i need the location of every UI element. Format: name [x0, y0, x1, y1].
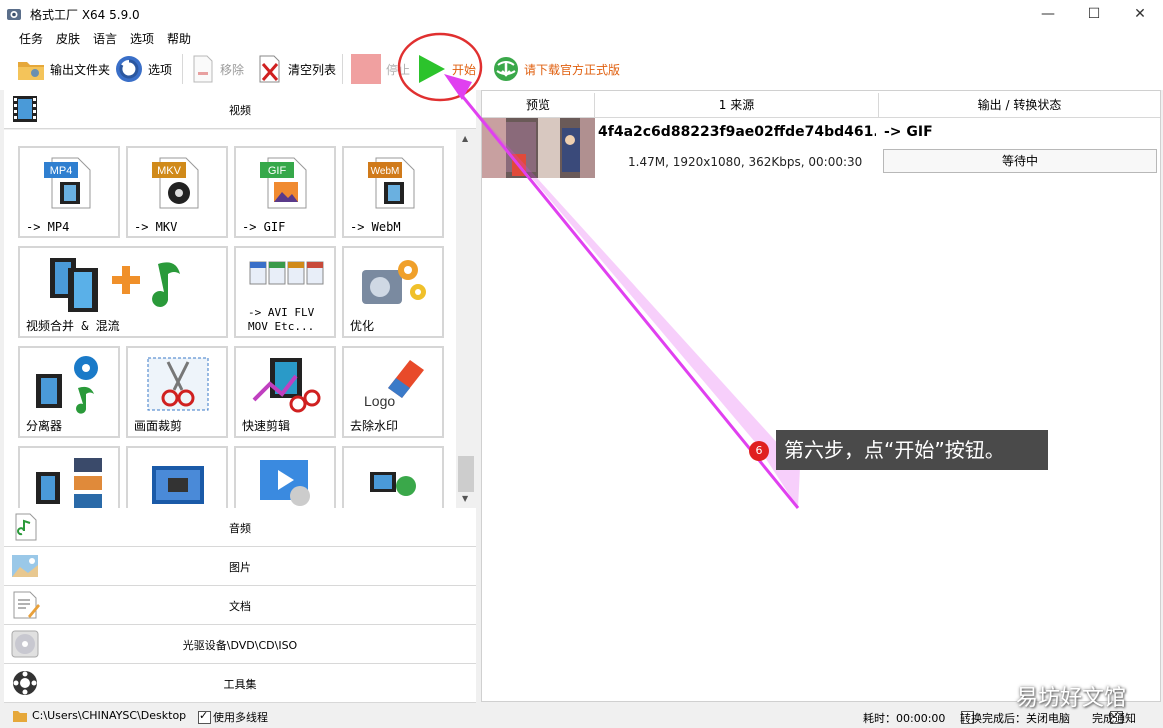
- highlight-circle: [397, 32, 483, 102]
- annotation-overlay: [397, 32, 800, 509]
- step-tooltip: 第六步，点“开始”按钮。: [776, 430, 1048, 470]
- pointer-arrow-line: [457, 91, 800, 509]
- watermark-text: 易坊好文馆: [1016, 686, 1127, 711]
- step-badge: 6: [749, 441, 769, 461]
